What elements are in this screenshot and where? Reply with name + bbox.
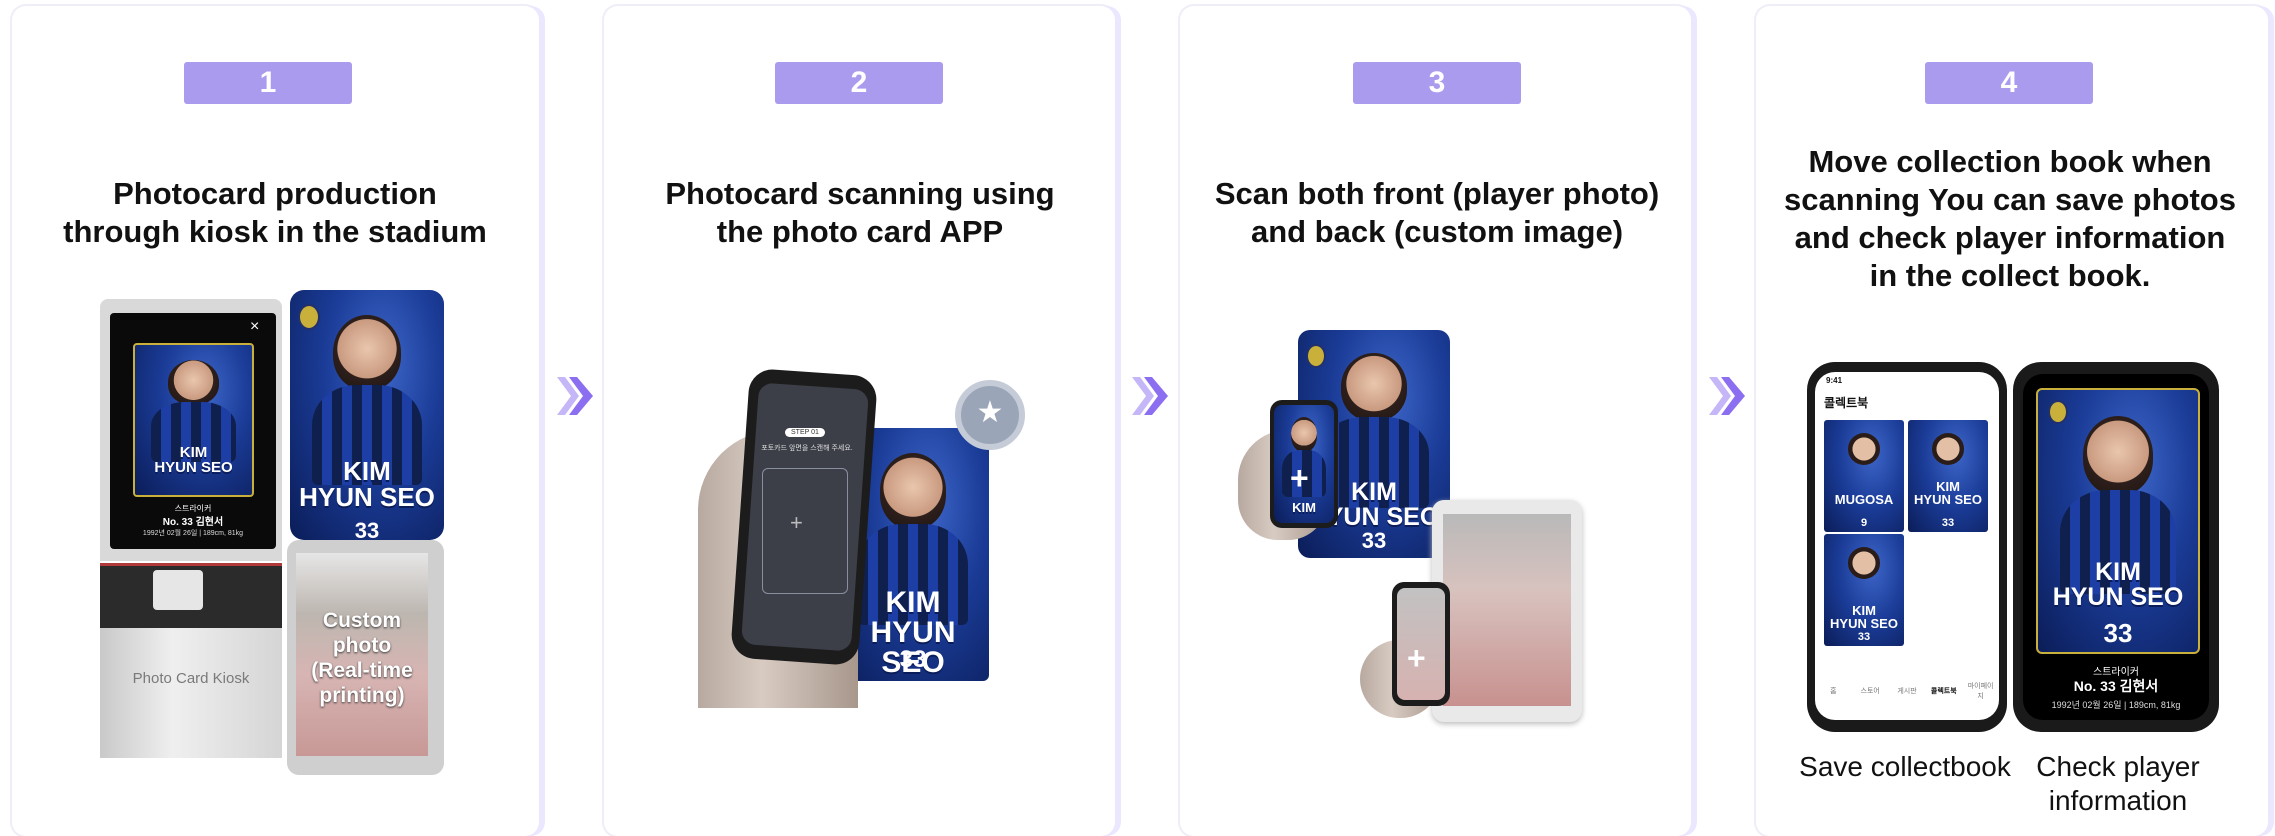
status-time: 9:41 xyxy=(1826,376,1843,385)
kiosk-label: Photo Card Kiosk xyxy=(132,670,250,687)
caption-check-player: Check player information xyxy=(2036,751,2200,816)
collect-card[interactable]: KIM HYUN SEO 33 xyxy=(1824,534,1904,646)
tab-store[interactable]: 스토어 xyxy=(1855,686,1885,696)
scan-frame xyxy=(762,468,848,594)
collectbook-title: 콜렉트북 xyxy=(1824,396,1869,410)
collect-card[interactable]: KIM HYUN SEO 33 xyxy=(1908,420,1988,532)
scan-plus-icon: + xyxy=(790,510,803,535)
photocard-front: KIM HYUN SEO 33 xyxy=(290,290,444,540)
kiosk-screen-card: KIM HYUN SEO xyxy=(133,343,254,497)
close-icon[interactable]: × xyxy=(250,318,259,336)
step-title-3: Scan both front (player photo) and back … xyxy=(1214,176,1660,249)
star-badge-icon: ★ xyxy=(955,380,1025,450)
scan-step-pill: STEP 01 xyxy=(785,428,825,437)
chevron-right-icon xyxy=(1132,377,1168,415)
collect-card[interactable]: MUGOSA 9 xyxy=(1824,420,1904,532)
step-badge-3: 3 xyxy=(1353,62,1521,104)
step-title-1: Photocard production through kiosk in th… xyxy=(63,176,487,249)
detail-photocard: KIM HYUN SEO 33 xyxy=(2036,388,2200,654)
bottom-tab-bar: 홈 스토어 게시판 콜렉트북 마이페이지 xyxy=(1815,676,1999,706)
tab-home[interactable]: 홈 xyxy=(1818,686,1848,696)
kiosk-output-door[interactable] xyxy=(153,570,203,610)
plus-icon: + xyxy=(1290,460,1309,496)
step-title-2: Photocard scanning using the photo card … xyxy=(665,176,1055,249)
plus-icon: + xyxy=(1407,640,1426,676)
tab-board[interactable]: 게시판 xyxy=(1892,686,1922,696)
scan-hint: 포토카드 앞면을 스캔해 주세요. xyxy=(761,445,853,452)
step-badge-2: 2 xyxy=(775,62,943,104)
custom-photo-label: Custom photo (Real-time printing) xyxy=(311,609,413,707)
tab-collectbook[interactable]: 콜렉트북 xyxy=(1929,686,1959,696)
chevron-right-icon xyxy=(557,377,593,415)
step-title-4: Move collection book when scanning You c… xyxy=(1784,144,2236,293)
detail-player: No. 33 김현서 xyxy=(2073,678,2159,694)
kiosk-player: No. 33 김현서 xyxy=(162,517,224,528)
step-badge-4: 4 xyxy=(1925,62,2093,104)
step-badge-1: 1 xyxy=(184,62,352,104)
kiosk-player-info: 1992년 02월 26일 | 189cm, 81kg xyxy=(142,530,244,537)
chevron-right-icon xyxy=(1709,377,1745,415)
tab-mypage[interactable]: 마이페이지 xyxy=(1966,681,1996,701)
caption-save-collectbook: Save collectbook xyxy=(1799,751,2011,782)
back-custom-image xyxy=(1443,514,1571,706)
detail-info: 1992년 02월 26일 | 189cm, 81kg xyxy=(2051,700,2181,710)
